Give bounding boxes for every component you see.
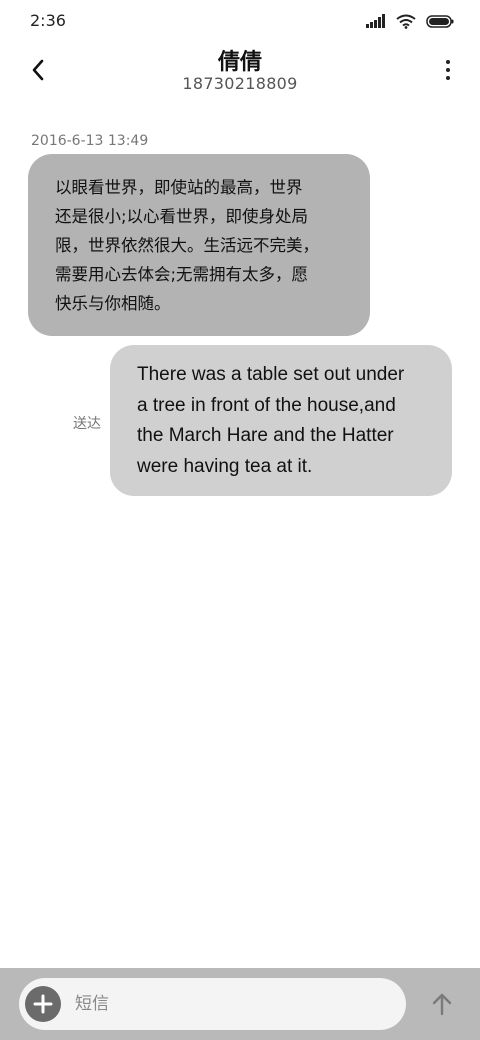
contact-number: 18730218809 bbox=[182, 74, 298, 93]
message-input[interactable] bbox=[75, 990, 375, 1018]
delivery-status: 送达 bbox=[73, 416, 101, 432]
wifi-icon bbox=[396, 14, 416, 29]
status-bar: 2:36 bbox=[0, 0, 480, 42]
conversation-header: 倩倩 18730218809 bbox=[0, 42, 480, 102]
signal-icon bbox=[366, 14, 385, 28]
add-attachment-button[interactable] bbox=[25, 986, 61, 1022]
contact-name: 倩倩 bbox=[217, 50, 262, 75]
more-vertical-icon-dot bbox=[446, 68, 450, 72]
more-vertical-icon bbox=[446, 60, 450, 64]
status-time: 2:36 bbox=[30, 11, 66, 30]
plus-icon bbox=[33, 994, 53, 1014]
battery-icon bbox=[426, 14, 454, 28]
compose-bar bbox=[0, 968, 480, 1040]
more-options-button[interactable] bbox=[438, 54, 458, 86]
incoming-message-bubble[interactable]: 以眼看世界，即使站的最高，世界 还是很小;以心看世界，即使身处局 限，世界依然很… bbox=[28, 154, 370, 336]
message-timestamp: 2016-6-13 13:49 bbox=[31, 133, 149, 149]
status-icons bbox=[366, 12, 454, 30]
arrow-up-icon bbox=[432, 993, 452, 1016]
outgoing-message-bubble[interactable]: There was a table set out under a tree i… bbox=[110, 345, 452, 496]
more-vertical-icon-dot bbox=[446, 76, 450, 80]
compose-field-container bbox=[19, 978, 406, 1030]
send-button[interactable] bbox=[426, 988, 458, 1020]
